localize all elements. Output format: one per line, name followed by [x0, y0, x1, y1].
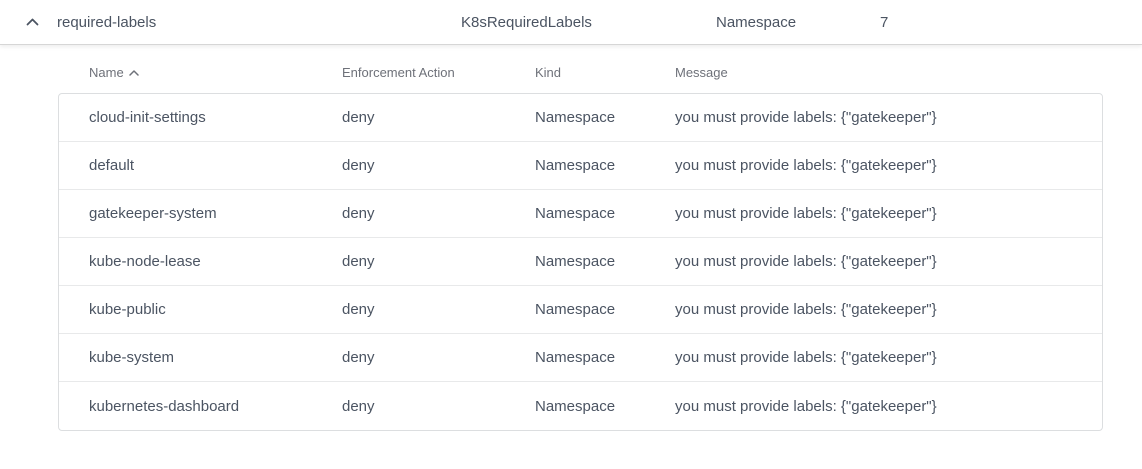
sort-ascending-icon: [129, 70, 139, 76]
violation-count: 7: [880, 14, 1142, 31]
cell-message: you must provide labels: {"gatekeeper"}: [675, 205, 1102, 222]
cell-kind: Namespace: [535, 301, 675, 318]
cell-enforcement-action: deny: [342, 301, 535, 318]
table-header-row: Name Enforcement Action Kind Message: [58, 44, 1103, 93]
table-row: cloud-init-settings deny Namespace you m…: [59, 94, 1102, 142]
violations-table: Name Enforcement Action Kind Message clo…: [58, 44, 1103, 431]
cell-kind: Namespace: [535, 349, 675, 366]
cell-name: kube-system: [89, 349, 342, 366]
column-header-message[interactable]: Message: [675, 65, 1103, 80]
constraint-name: required-labels: [57, 14, 461, 31]
cell-enforcement-action: deny: [342, 349, 535, 366]
cell-kind: Namespace: [535, 157, 675, 174]
cell-name: gatekeeper-system: [89, 205, 342, 222]
cell-name: kube-node-lease: [89, 253, 342, 270]
cell-name: cloud-init-settings: [89, 109, 342, 126]
cell-message: you must provide labels: {"gatekeeper"}: [675, 349, 1102, 366]
column-header-kind[interactable]: Kind: [535, 65, 675, 80]
cell-message: you must provide labels: {"gatekeeper"}: [675, 398, 1102, 415]
cell-message: you must provide labels: {"gatekeeper"}: [675, 157, 1102, 174]
cell-enforcement-action: deny: [342, 253, 535, 270]
cell-message: you must provide labels: {"gatekeeper"}: [675, 301, 1102, 318]
constraint-group-header[interactable]: required-labels K8sRequiredLabels Namesp…: [0, 0, 1142, 44]
cell-enforcement-action: deny: [342, 157, 535, 174]
cell-kind: Namespace: [535, 205, 675, 222]
cell-message: you must provide labels: {"gatekeeper"}: [675, 253, 1102, 270]
constraint-template: K8sRequiredLabels: [461, 14, 716, 31]
table-row: kubernetes-dashboard deny Namespace you …: [59, 382, 1102, 430]
table-row: kube-public deny Namespace you must prov…: [59, 286, 1102, 334]
collapse-toggle[interactable]: [0, 18, 57, 26]
table-body: cloud-init-settings deny Namespace you m…: [58, 93, 1103, 431]
cell-enforcement-action: deny: [342, 109, 535, 126]
cell-name: default: [89, 157, 342, 174]
column-header-enforcement-action[interactable]: Enforcement Action: [342, 65, 535, 80]
table-row: default deny Namespace you must provide …: [59, 142, 1102, 190]
constraint-kind: Namespace: [716, 14, 880, 31]
cell-name: kubernetes-dashboard: [89, 398, 342, 415]
cell-enforcement-action: deny: [342, 205, 535, 222]
cell-kind: Namespace: [535, 398, 675, 415]
table-row: gatekeeper-system deny Namespace you mus…: [59, 190, 1102, 238]
table-row: kube-node-lease deny Namespace you must …: [59, 238, 1102, 286]
cell-enforcement-action: deny: [342, 398, 535, 415]
cell-kind: Namespace: [535, 253, 675, 270]
cell-name: kube-public: [89, 301, 342, 318]
cell-kind: Namespace: [535, 109, 675, 126]
cell-message: you must provide labels: {"gatekeeper"}: [675, 109, 1102, 126]
column-header-name[interactable]: Name: [89, 65, 342, 80]
chevron-up-icon: [26, 18, 39, 26]
table-row: kube-system deny Namespace you must prov…: [59, 334, 1102, 382]
